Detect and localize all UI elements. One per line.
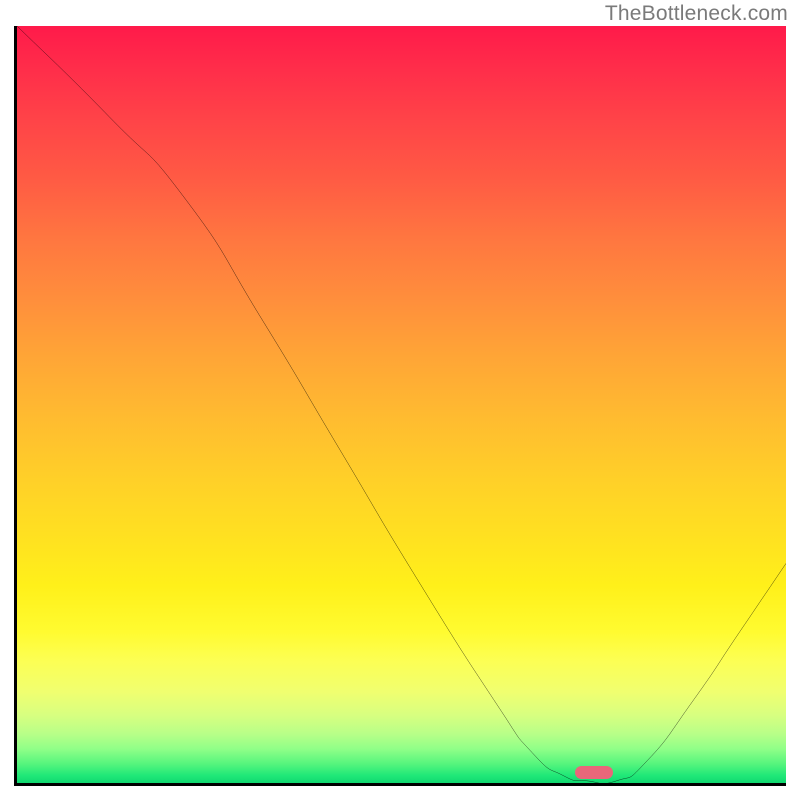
bottleneck-curve [17,26,786,783]
watermark-text: TheBottleneck.com [605,2,788,26]
chart-plot-area [14,26,786,786]
